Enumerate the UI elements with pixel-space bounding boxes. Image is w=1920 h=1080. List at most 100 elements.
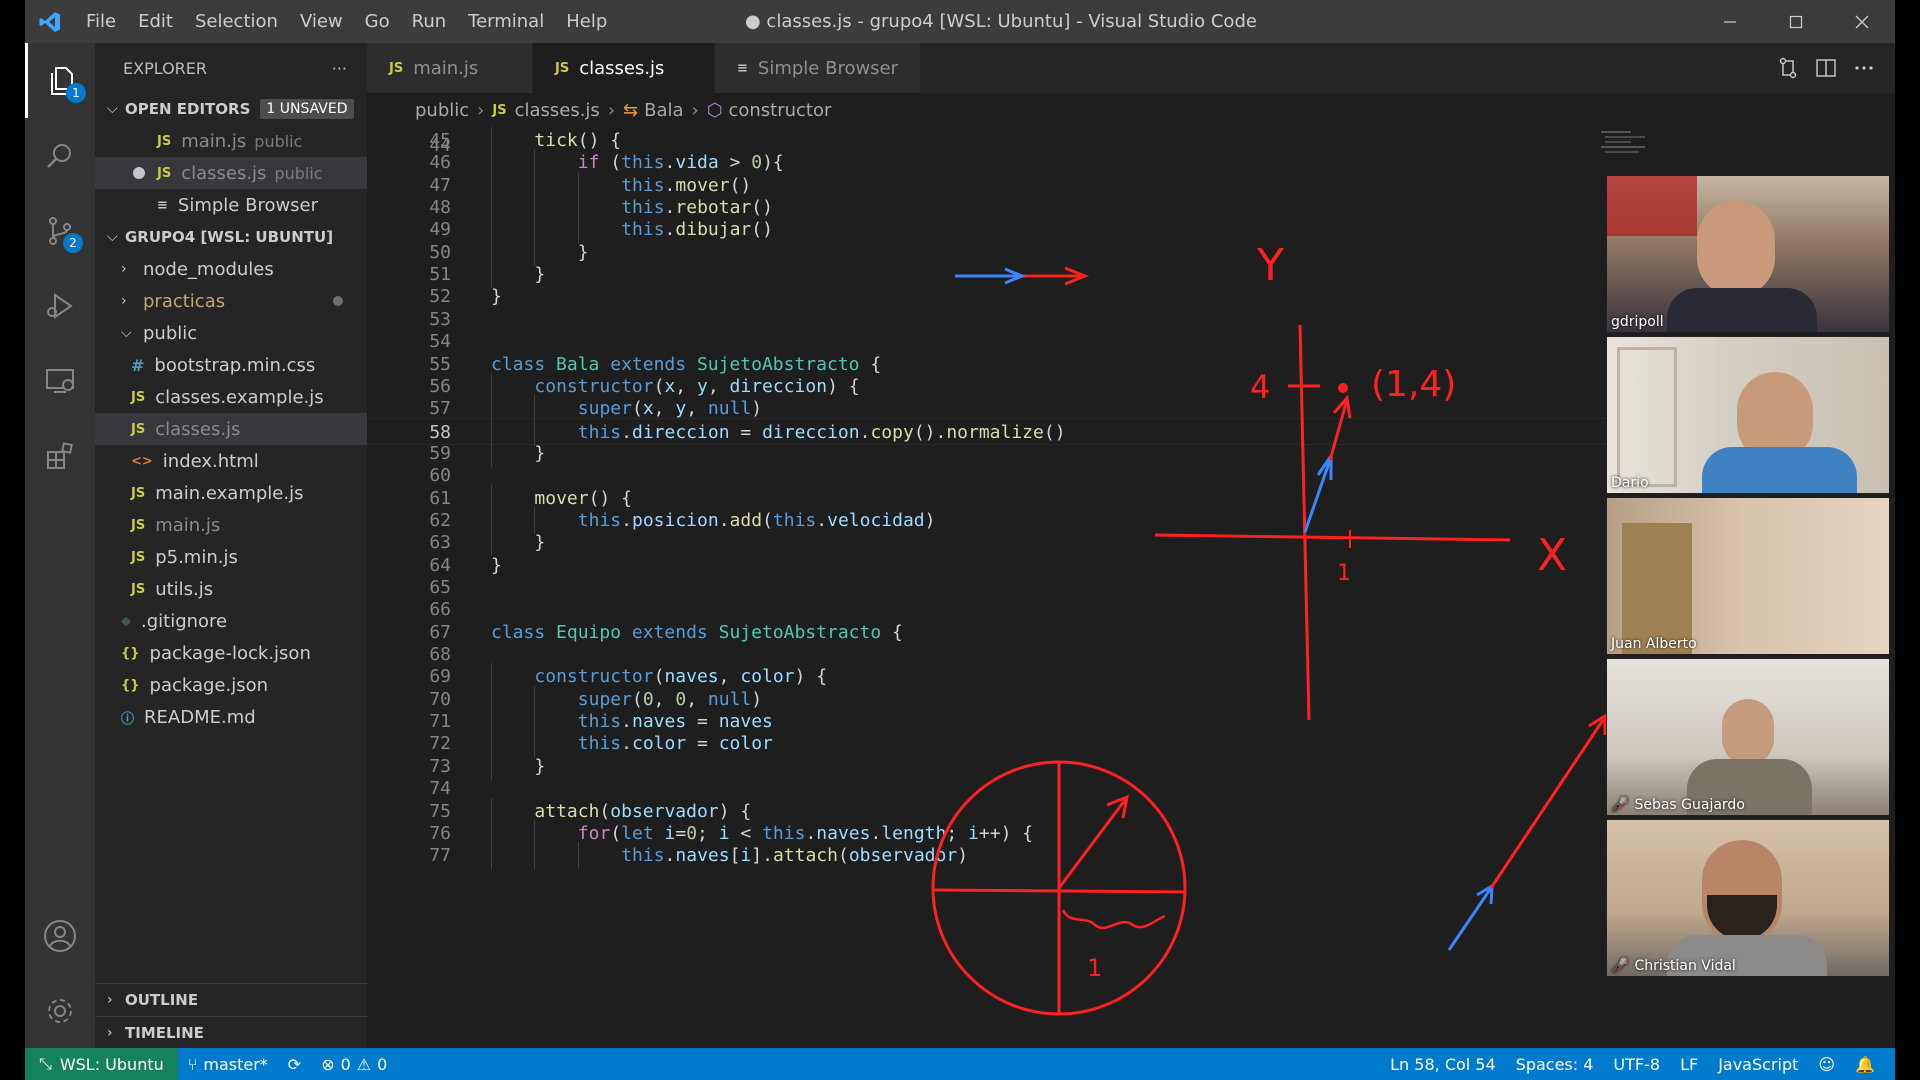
video-tile-dario[interactable]: Dario xyxy=(1606,336,1890,494)
file-item[interactable]: JS main.example.js xyxy=(95,477,367,509)
indent-guide xyxy=(534,842,536,870)
workspace-section[interactable]: ⌵ GRUPO4 [WSL: UBUNTU] xyxy=(95,221,367,253)
explorer-activity[interactable]: 1 xyxy=(25,43,95,118)
sync-button[interactable]: ⟳ xyxy=(278,1055,311,1074)
file-item[interactable]: {} package.json xyxy=(95,669,367,701)
code-token: ( xyxy=(837,845,849,867)
code-token: { xyxy=(859,353,882,375)
language-mode[interactable]: JavaScript xyxy=(1708,1055,1808,1074)
file-item[interactable]: JS main.js xyxy=(95,509,367,541)
menu-edit[interactable]: Edit xyxy=(127,0,184,43)
menu-run[interactable]: Run xyxy=(401,0,458,43)
open-changes-icon[interactable] xyxy=(1777,57,1799,79)
accounts-activity[interactable] xyxy=(25,898,95,973)
explorer-more-button[interactable]: ··· xyxy=(332,59,347,78)
code-token: . xyxy=(816,509,828,531)
participant-name: Juan Alberto xyxy=(1611,636,1697,652)
branch-label: master* xyxy=(203,1054,268,1074)
manage-activity[interactable] xyxy=(25,973,95,1048)
video-tile-juan-alberto[interactable]: Juan Alberto xyxy=(1606,497,1890,655)
branch-indicator[interactable]: ⑂ master* xyxy=(178,1055,278,1074)
mic-muted-icon: 🎤̸ xyxy=(1611,797,1629,813)
bell-icon[interactable]: 🔔 xyxy=(1845,1055,1885,1074)
open-editors-section[interactable]: ⌵ OPEN EDITORS 1 UNSAVED xyxy=(95,93,367,125)
cursor-position[interactable]: Ln 58, Col 54 xyxy=(1380,1055,1506,1074)
search-activity[interactable] xyxy=(25,118,95,193)
extensions-activity[interactable] xyxy=(25,418,95,493)
code-token: y xyxy=(696,375,708,397)
file-item[interactable]: {} package-lock.json xyxy=(95,637,367,669)
run-debug-activity[interactable] xyxy=(25,268,95,343)
file-item[interactable]: JS utils.js xyxy=(95,573,367,605)
code-token: . xyxy=(870,822,882,844)
folder-item[interactable]: › practicas xyxy=(95,285,367,317)
tab-classes-js[interactable]: JS classes.js xyxy=(533,43,715,93)
code-token: ( xyxy=(610,822,622,844)
file-item[interactable]: JS classes.example.js xyxy=(95,381,367,413)
javascript-file-icon: JS xyxy=(131,485,146,501)
code-token: . xyxy=(805,822,817,844)
warning-count: 0 xyxy=(377,1054,388,1074)
split-editor-icon[interactable] xyxy=(1815,57,1837,79)
code-token: = xyxy=(686,733,719,755)
tab-main-js[interactable]: JS main.js xyxy=(367,43,533,93)
close-button[interactable] xyxy=(1829,0,1895,43)
method-symbol-icon: ⬡ xyxy=(706,99,723,121)
code-token: ( xyxy=(631,398,643,420)
menu-help[interactable]: Help xyxy=(555,0,618,43)
menu-terminal[interactable]: Terminal xyxy=(457,0,555,43)
file-item[interactable]: ⓘ README.md xyxy=(95,701,367,733)
code-token: this xyxy=(577,711,622,733)
remote-indicator[interactable]: ⤡ WSL: Ubuntu xyxy=(25,1048,178,1080)
open-editor-item[interactable]: ≡ Simple Browser xyxy=(95,189,367,221)
indent-guide xyxy=(491,842,492,870)
breadcrumb-file[interactable]: classes.js xyxy=(515,100,600,121)
breadcrumb-folder[interactable]: public xyxy=(415,100,469,121)
menu-view[interactable]: View xyxy=(289,0,354,43)
source-control-activity[interactable]: 2 xyxy=(25,193,95,268)
menu-selection[interactable]: Selection xyxy=(184,0,289,43)
remote-explorer-activity[interactable] xyxy=(25,343,95,418)
file-item[interactable]: JS p5.min.js xyxy=(95,541,367,573)
file-item[interactable]: ◆ .gitignore xyxy=(95,605,367,637)
menu-file[interactable]: File xyxy=(75,0,127,43)
file-item[interactable]: # bootstrap.min.css xyxy=(95,349,367,381)
encoding[interactable]: UTF-8 xyxy=(1603,1055,1670,1074)
editor-tabs: JS main.js JS classes.js ≡ Simple Browse… xyxy=(367,43,1895,93)
problems-indicator[interactable]: ⊗ 0 ⚠ 0 xyxy=(311,1055,397,1074)
unsaved-dot-icon[interactable] xyxy=(133,167,145,179)
folder-name: practicas xyxy=(143,290,226,312)
code-token: for xyxy=(577,822,611,844)
source-control-badge: 2 xyxy=(63,233,83,253)
folder-item[interactable]: › node_modules xyxy=(95,253,367,285)
feedback-icon[interactable]: ☺ xyxy=(1808,1055,1845,1074)
code-token: . xyxy=(621,733,632,755)
indent-guide xyxy=(577,842,579,870)
video-tile-christian-vidal[interactable]: 🎤̸ Christian Vidal xyxy=(1606,819,1890,977)
tab-simple-browser[interactable]: ≡ Simple Browser xyxy=(715,43,922,93)
minimize-button[interactable] xyxy=(1697,0,1763,43)
file-item[interactable]: <> index.html xyxy=(95,445,367,477)
video-tile-sebas-guajardo[interactable]: 🎤̸ Sebas Guajardo xyxy=(1606,658,1890,816)
tab-label: Simple Browser xyxy=(757,57,899,79)
code-token: , xyxy=(686,688,708,710)
maximize-button[interactable] xyxy=(1763,0,1829,43)
video-tile-gdripoll[interactable]: gdripoll xyxy=(1606,175,1890,333)
indentation[interactable]: Spaces: 4 xyxy=(1506,1055,1604,1074)
more-actions-icon[interactable] xyxy=(1853,57,1875,79)
folder-item[interactable]: ⌵ public xyxy=(95,317,367,349)
open-editor-item[interactable]: JS main.js public xyxy=(95,125,367,157)
minimap[interactable] xyxy=(1591,127,1661,167)
outline-section[interactable]: › OUTLINE xyxy=(95,984,367,1016)
code-line[interactable]: 77 this.naves[i].attach(observador) xyxy=(367,842,1667,870)
timeline-section[interactable]: › TIMELINE xyxy=(95,1016,367,1048)
breadcrumb-class[interactable]: Bala xyxy=(644,100,683,121)
code-editor[interactable]: 44 45 tick() {46 if (this.vida > 0){47 this… xyxy=(367,127,1667,1048)
end-of-line[interactable]: LF xyxy=(1670,1055,1708,1074)
breadcrumb-symbol[interactable]: constructor xyxy=(728,100,831,121)
menu-go[interactable]: Go xyxy=(354,0,401,43)
code-token: ++) { xyxy=(978,822,1034,844)
code-token: attach xyxy=(534,800,600,822)
open-editor-item[interactable]: JS classes.js public xyxy=(95,157,367,189)
file-item[interactable]: JS classes.js xyxy=(95,413,367,445)
